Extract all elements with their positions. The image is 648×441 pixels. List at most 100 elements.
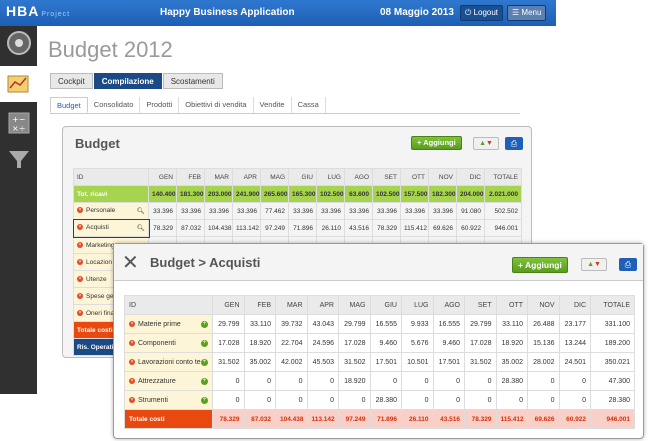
- column-header[interactable]: MAR: [275, 295, 308, 315]
- column-header[interactable]: APR: [232, 168, 261, 186]
- remove-icon[interactable]: ×: [129, 377, 135, 384]
- table-row[interactable]: × Acquisti 🔍︎ 78.329 87.032 104.438 113.142 97.…: [72, 218, 522, 238]
- column-header[interactable]: DIC: [456, 168, 485, 186]
- table-row[interactable]: × Materie prime +29.799 33.110 39.732 43.043 2…: [124, 314, 635, 334]
- table-row[interactable]: × Strumenti +0 0 0 0 0 28.380 0 0 0 0 0 0 28.380: [124, 390, 635, 410]
- column-header[interactable]: SET: [372, 168, 401, 186]
- column-header[interactable]: TOTALE: [590, 295, 635, 315]
- cell-value: 63.600: [344, 185, 373, 203]
- cell-value: 26.488: [527, 314, 560, 334]
- sort-arrows-button[interactable]: ▲▼: [473, 137, 499, 150]
- column-header[interactable]: GEN: [212, 295, 245, 315]
- funnel-icon[interactable]: [6, 146, 32, 172]
- row-label-cell[interactable]: × Acquisti 🔍︎: [72, 218, 150, 238]
- add-button[interactable]: + Aggiungi: [411, 136, 462, 150]
- subtab-prodotti[interactable]: Prodotti: [140, 97, 180, 113]
- add-icon[interactable]: +: [201, 320, 208, 328]
- row-label-cell[interactable]: × Strumenti +: [124, 390, 213, 410]
- remove-icon[interactable]: ×: [129, 320, 135, 327]
- print-button[interactable]: ⎙: [505, 137, 523, 150]
- add-icon[interactable]: +: [201, 377, 208, 385]
- cell-value: 28.380: [369, 390, 402, 410]
- column-header[interactable]: FEB: [176, 168, 205, 186]
- remove-icon[interactable]: ×: [129, 339, 135, 346]
- subtab-budget[interactable]: Budget: [50, 97, 88, 113]
- column-header[interactable]: MAG: [260, 168, 289, 186]
- column-header[interactable]: AGO: [344, 168, 373, 186]
- column-header[interactable]: OTT: [400, 168, 429, 186]
- add-icon[interactable]: +: [201, 396, 208, 404]
- column-header[interactable]: MAG: [338, 295, 371, 315]
- column-header[interactable]: ID: [73, 168, 149, 186]
- row-label-cell[interactable]: × Componenti +: [124, 333, 213, 353]
- table-row[interactable]: × Componenti +17.028 18.920 22.704 24.596 17.0…: [124, 333, 635, 353]
- menu-button[interactable]: ☰ Menu: [507, 5, 547, 21]
- row-label-cell[interactable]: × Lavorazioni conto te +: [124, 352, 213, 372]
- column-header[interactable]: GEN: [148, 168, 177, 186]
- menu-icon: ☰: [512, 8, 520, 17]
- column-header[interactable]: GIU: [369, 295, 402, 315]
- row-label-cell[interactable]: × Materie prime +: [124, 314, 213, 334]
- column-header[interactable]: SET: [464, 295, 497, 315]
- remove-icon[interactable]: ×: [77, 207, 83, 214]
- subtab-vendite[interactable]: Vendite: [254, 97, 292, 113]
- calculator-icon[interactable]: +− ×÷: [6, 110, 32, 136]
- cell-value: 43.516: [344, 219, 373, 237]
- chart-icon[interactable]: [0, 66, 37, 102]
- column-header[interactable]: GIU: [288, 168, 317, 186]
- subtab-cassa[interactable]: Cassa: [292, 97, 326, 113]
- print-button[interactable]: ⎙: [619, 258, 637, 271]
- column-header[interactable]: LUG: [316, 168, 345, 186]
- add-button[interactable]: + Aggiungi: [512, 257, 568, 273]
- app-logo[interactable]: HBA Project: [6, 3, 70, 19]
- tab-scostamenti[interactable]: Scostamenti: [162, 73, 223, 89]
- remove-icon[interactable]: ×: [129, 358, 135, 365]
- column-header[interactable]: OTT: [495, 295, 528, 315]
- remove-icon[interactable]: ×: [129, 396, 135, 403]
- column-header[interactable]: ID: [124, 295, 213, 315]
- tab-compilazione[interactable]: Compilazione: [93, 73, 162, 89]
- row-label-cell[interactable]: × Personale 🔍︎: [73, 202, 149, 220]
- table-row[interactable]: × Lavorazioni conto te +31.502 35.002 42.002…: [124, 352, 635, 372]
- remove-icon[interactable]: ×: [77, 275, 83, 282]
- logout-button[interactable]: ⏻ Logout: [460, 5, 504, 21]
- remove-icon[interactable]: ×: [77, 309, 83, 316]
- row-label: Attrezzature: [138, 377, 176, 385]
- row-label-cell[interactable]: × Attrezzature +: [124, 371, 213, 391]
- cell-value: 16.555: [369, 314, 402, 334]
- column-header[interactable]: NOV: [428, 168, 457, 186]
- remove-icon[interactable]: ×: [77, 292, 83, 299]
- sort-arrows-button[interactable]: ▲▼: [581, 258, 607, 271]
- cell-value: 87.032: [176, 219, 205, 237]
- cell-value: 9.933: [401, 314, 434, 334]
- column-header[interactable]: APR: [306, 295, 339, 315]
- remove-icon[interactable]: ×: [77, 258, 83, 265]
- add-icon[interactable]: +: [201, 339, 208, 347]
- remove-icon[interactable]: ×: [77, 224, 83, 231]
- subtab-obiettivi[interactable]: Obiettivi di vendita: [179, 97, 254, 113]
- search-icon[interactable]: 🔍︎: [137, 224, 145, 232]
- table-row[interactable]: × Attrezzature +0 0 0 0 18.920 0 0 0 0 28.380 0 0 47.3…: [124, 371, 635, 391]
- cell-value: 331.100: [590, 314, 635, 334]
- remove-icon[interactable]: ×: [77, 241, 83, 248]
- column-header[interactable]: NOV: [527, 295, 560, 315]
- column-header[interactable]: TOTALE: [484, 168, 522, 186]
- cell-value: 33.396: [204, 202, 233, 220]
- column-header[interactable]: LUG: [401, 295, 434, 315]
- column-header[interactable]: DIC: [558, 295, 591, 315]
- cell-value: 29.799: [464, 314, 497, 334]
- palette-icon[interactable]: [6, 30, 32, 56]
- close-icon[interactable]: ✕: [122, 250, 139, 275]
- column-header[interactable]: MAR: [204, 168, 233, 186]
- tab-cockpit[interactable]: Cockpit: [50, 73, 93, 89]
- table-row[interactable]: × Personale 🔍︎ 33.396 33.396 33.396 33.396 77.4…: [73, 202, 522, 220]
- plus-icon: +: [518, 260, 523, 270]
- cell-value: 189.200: [590, 333, 635, 353]
- cell-value: 104.438: [275, 409, 308, 429]
- column-header[interactable]: AGO: [432, 295, 465, 315]
- search-icon[interactable]: 🔍︎: [137, 207, 145, 215]
- column-header[interactable]: FEB: [243, 295, 276, 315]
- svg-text:+−: +−: [12, 115, 25, 124]
- subtab-consolidato[interactable]: Consolidato: [88, 97, 141, 113]
- add-icon[interactable]: +: [201, 358, 208, 366]
